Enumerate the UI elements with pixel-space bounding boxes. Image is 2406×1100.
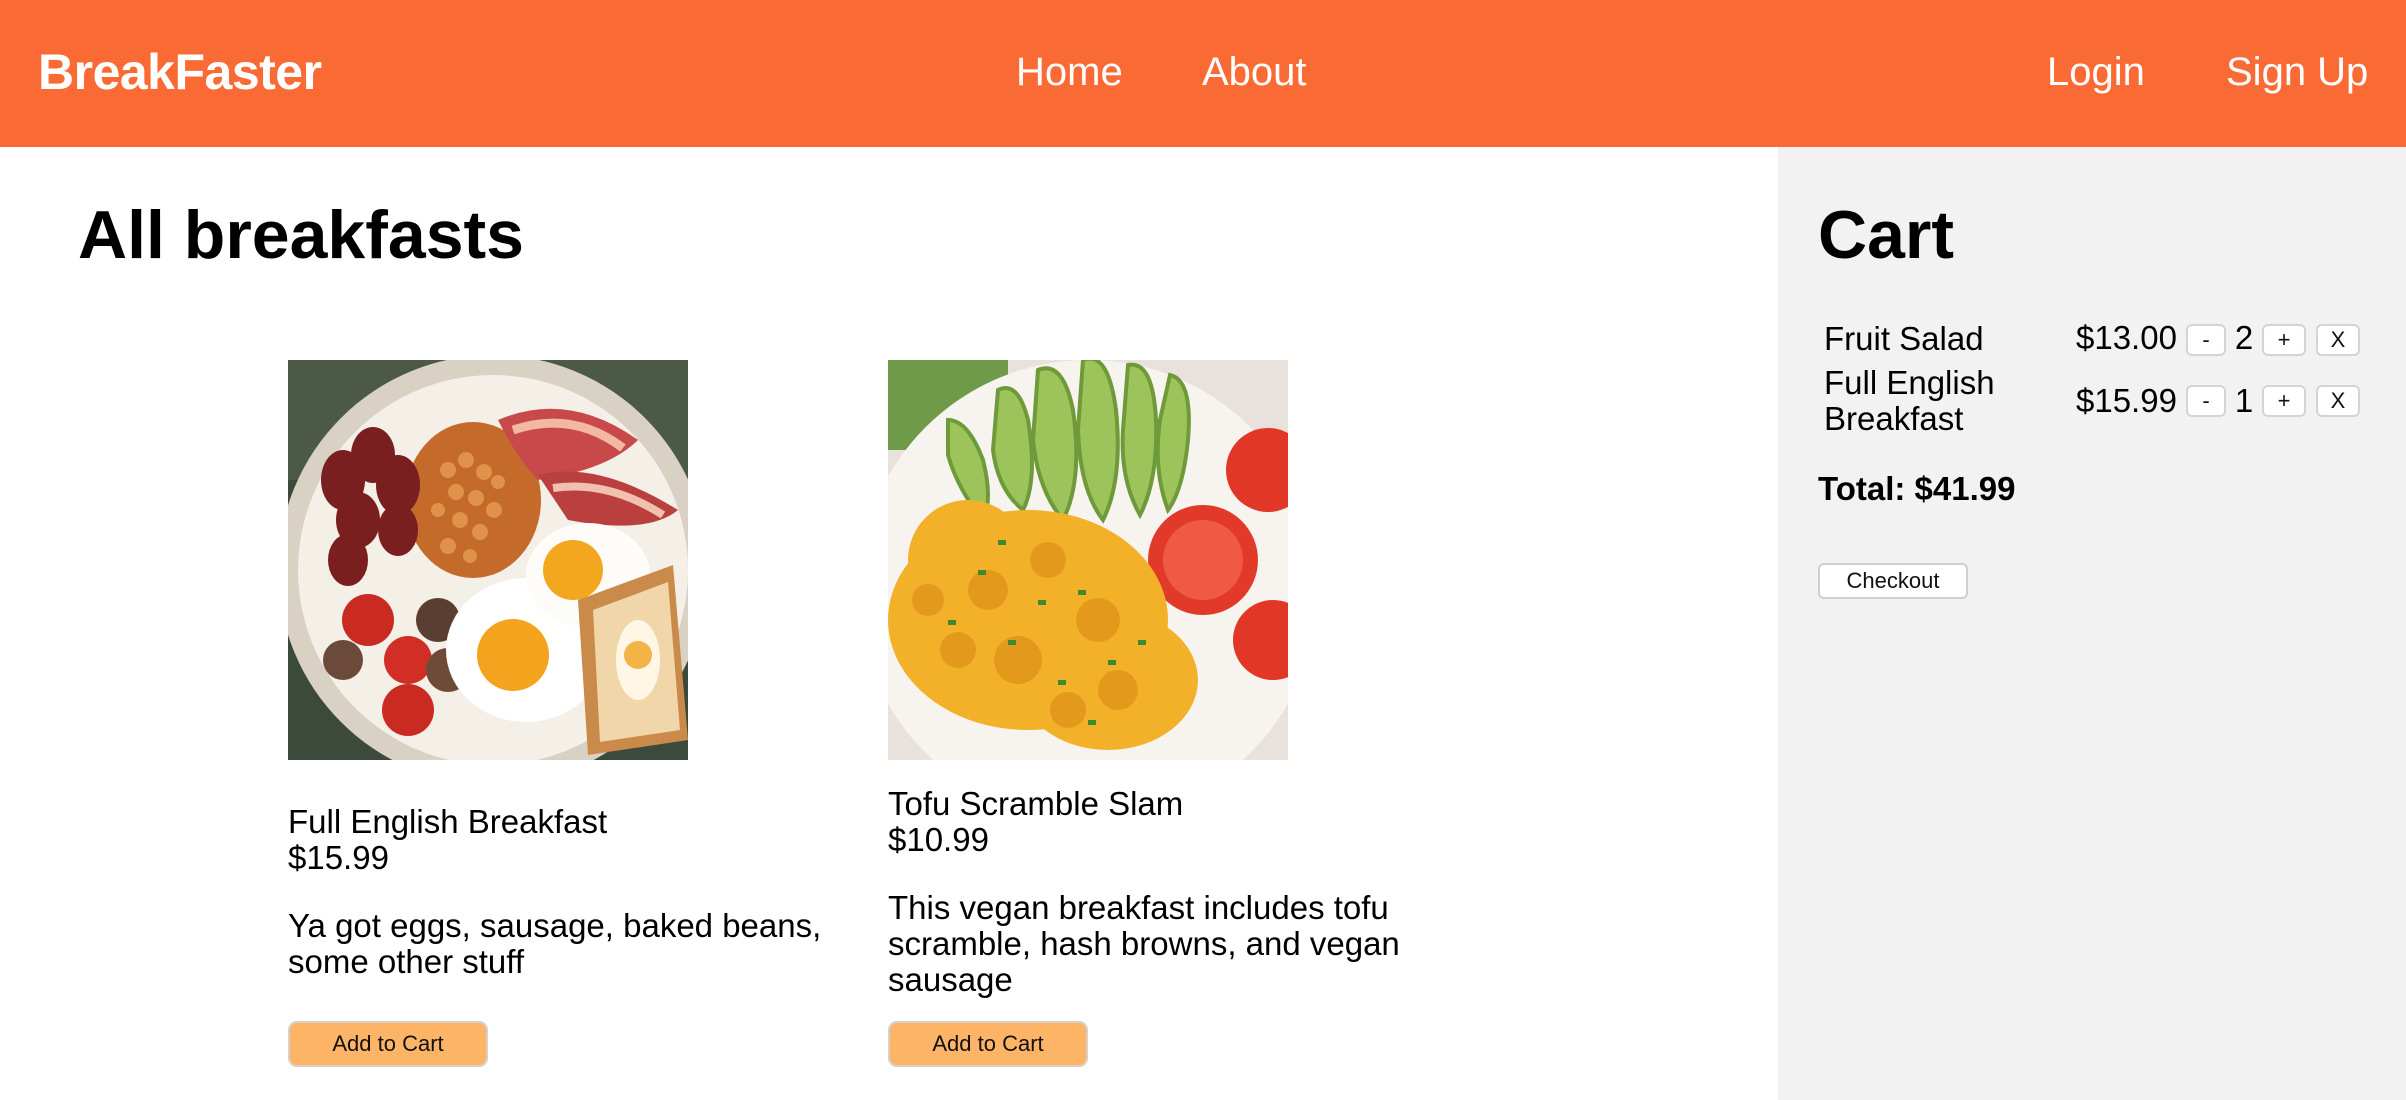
cart-item-row: Fruit Salad $13.00 - 2 + X <box>1824 317 2394 363</box>
product-list-section: All breakfasts Full English Breakfast $1… <box>0 147 1778 1100</box>
cart-item-quantity: 1 <box>2234 382 2254 419</box>
decrease-quantity-button[interactable]: - <box>2186 385 2226 417</box>
page-title: All breakfasts <box>78 197 524 273</box>
product-image-tofu-scramble <box>888 360 1288 760</box>
nav-link-home[interactable]: Home <box>1016 40 1123 104</box>
top-navigation-bar: BreakFaster Home About Login Sign Up <box>0 0 2406 147</box>
increase-quantity-button[interactable]: + <box>2262 324 2306 356</box>
cart-item-name: Full English Breakfast <box>1824 364 1995 437</box>
cart-item-price: $13.00 <box>2076 319 2177 356</box>
product-name: Tofu Scramble Slam <box>888 785 1184 822</box>
cart-total: Total: $41.99 <box>1818 470 2016 507</box>
cart-item-name: Fruit Salad <box>1824 320 1984 357</box>
cart-panel: Cart Fruit Salad $13.00 - 2 + X Full Eng… <box>1778 147 2406 1100</box>
increase-quantity-button[interactable]: + <box>2262 385 2306 417</box>
cart-item-row: Full English Breakfast $15.99 - 1 + X <box>1824 363 2394 441</box>
cart-item-price: $15.99 <box>2076 382 2177 419</box>
product-description: This vegan breakfast includes tofu scram… <box>888 889 1400 998</box>
product-image-full-english <box>288 360 688 760</box>
brand-logo[interactable]: BreakFaster <box>38 40 322 104</box>
login-link[interactable]: Login <box>2047 40 2145 104</box>
product-description: Ya got eggs, sausage, baked beans, some … <box>288 907 822 980</box>
add-to-cart-button[interactable]: Add to Cart <box>888 1021 1088 1067</box>
checkout-button[interactable]: Checkout <box>1818 563 1968 599</box>
nav-link-about[interactable]: About <box>1202 40 1307 104</box>
product-price: $15.99 <box>288 839 389 876</box>
add-to-cart-button[interactable]: Add to Cart <box>288 1021 488 1067</box>
cart-item-quantity: 2 <box>2234 319 2254 356</box>
product-name: Full English Breakfast <box>288 803 608 840</box>
signup-link[interactable]: Sign Up <box>2226 40 2368 104</box>
decrease-quantity-button[interactable]: - <box>2186 324 2226 356</box>
cart-title: Cart <box>1818 197 1955 273</box>
remove-item-button[interactable]: X <box>2316 324 2360 356</box>
remove-item-button[interactable]: X <box>2316 385 2360 417</box>
product-price: $10.99 <box>888 821 989 858</box>
